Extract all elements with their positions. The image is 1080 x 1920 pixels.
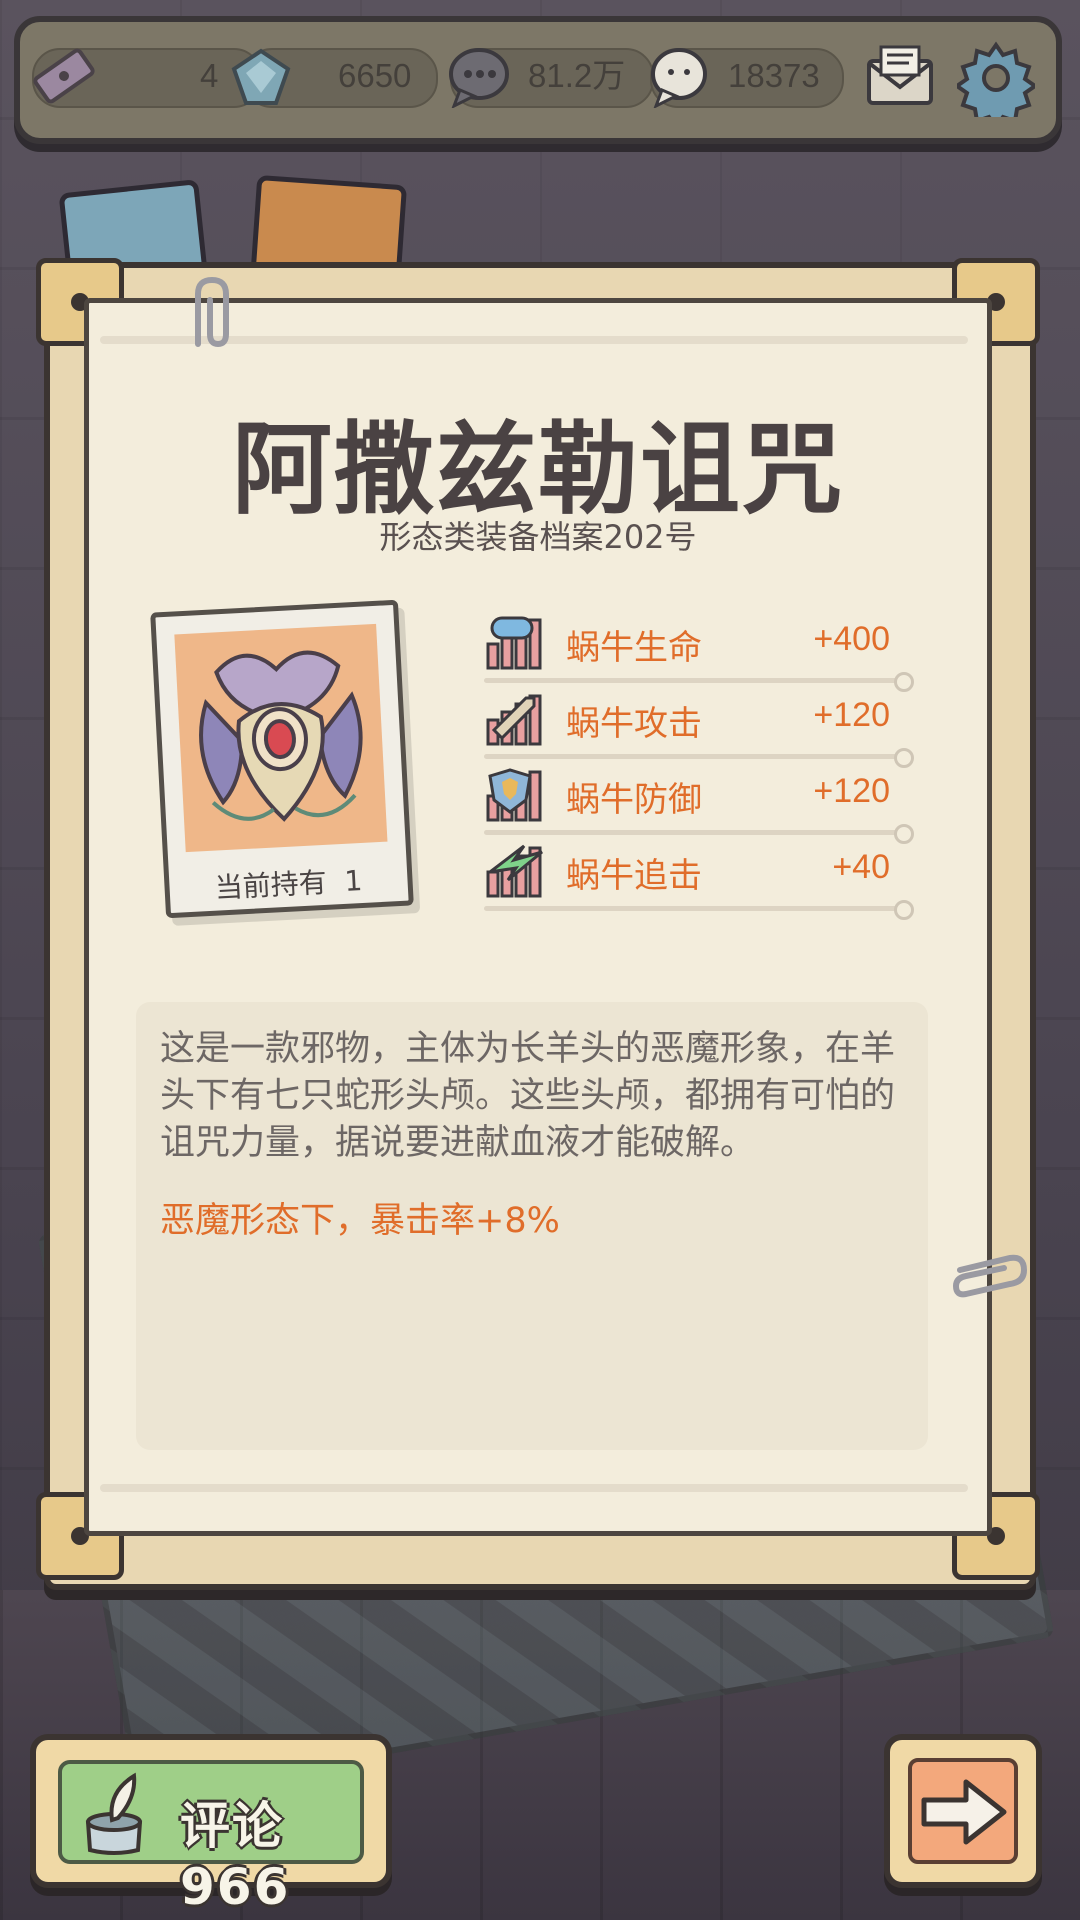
- sword-icon: [486, 694, 542, 746]
- stat-knob: [894, 900, 914, 920]
- ticket-icon[interactable]: [26, 46, 102, 106]
- comment-button-face: 评论 966: [58, 1760, 364, 1916]
- lightning-icon: [486, 844, 543, 898]
- stat-knob: [894, 748, 914, 768]
- health-icon: [486, 616, 542, 670]
- stat-knob: [894, 824, 914, 844]
- stat-knob: [894, 672, 914, 692]
- stat-name: 蜗牛防御: [566, 780, 702, 820]
- stat-row-pursuit: 蜗牛追击 +40: [484, 842, 914, 920]
- held-count: 当前持有 1: [213, 863, 364, 905]
- description-text: 这是一款邪物，主体为长羊头的恶魔形象，在羊头下有七只蛇形头颅。这些头颅，都拥有可…: [160, 1029, 896, 1163]
- gear-icon[interactable]: [956, 38, 1036, 118]
- paperclip-icon: [178, 274, 248, 358]
- divider: [100, 1484, 968, 1492]
- stat-line: [484, 906, 900, 911]
- equipment-photo[interactable]: 当前持有 1: [150, 599, 414, 919]
- stat-value: +120: [813, 772, 890, 810]
- archive-number: 形态类装备档案202号: [379, 518, 697, 556]
- next-button[interactable]: [884, 1734, 1042, 1888]
- stat-value: +400: [813, 620, 890, 658]
- stat-name: 蜗牛攻击: [566, 704, 702, 744]
- comment-button[interactable]: 评论 966: [30, 1734, 392, 1916]
- chat-bubble-icon[interactable]: [644, 44, 714, 110]
- gem-count: 6650: [338, 57, 412, 94]
- effect-text: 恶魔形态下，暴击率+8%: [160, 1201, 560, 1241]
- stat-line: [484, 754, 900, 759]
- arrow-right-icon: [921, 1779, 1007, 1845]
- bubble-count: 81.2万: [528, 57, 626, 94]
- stat-name: 蜗牛生命: [566, 628, 702, 668]
- stat-line: [484, 830, 900, 835]
- ink-quill-icon: [85, 1772, 143, 1855]
- chat-count: 18373: [728, 57, 820, 94]
- mail-icon[interactable]: [862, 40, 938, 112]
- stat-line: [484, 678, 900, 683]
- stat-row-health: 蜗牛生命 +400: [484, 614, 914, 692]
- next-button-face: [908, 1758, 1018, 1864]
- photo-background: [174, 623, 388, 853]
- stat-row-defense: 蜗牛防御 +120: [484, 766, 914, 844]
- demon-helmet-icon: [199, 650, 363, 822]
- gem-icon[interactable]: [226, 46, 296, 108]
- stat-value: +40: [832, 848, 890, 886]
- stat-name: 蜗牛追击: [566, 856, 702, 896]
- ticket-count: 4: [200, 57, 219, 94]
- comment-label: 评论 966: [180, 1797, 291, 1916]
- stat-value: +120: [813, 696, 890, 734]
- shield-icon: [486, 768, 542, 822]
- stat-row-attack: 蜗牛攻击 +120: [484, 690, 914, 768]
- speech-bubble-icon[interactable]: [444, 44, 514, 110]
- paperclip-icon: [950, 1240, 1030, 1324]
